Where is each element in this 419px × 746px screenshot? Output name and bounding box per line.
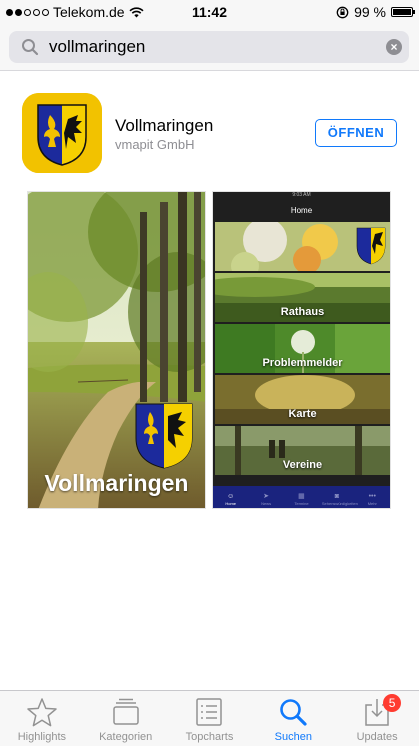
open-button[interactable]: ÖFFNEN [315, 119, 397, 147]
tile-header [215, 222, 390, 271]
tile-label-problemmelder: Problemmelder [262, 357, 343, 369]
list-icon [196, 698, 223, 726]
tab-updates[interactable]: 5 Updates [335, 691, 419, 746]
search-input[interactable] [49, 37, 349, 57]
screenshot-caption: Vollmaringen [44, 470, 189, 496]
clear-search-button[interactable]: × [386, 39, 402, 55]
search-icon [280, 699, 307, 726]
tab-label-kategorien: Kategorien [99, 731, 153, 743]
tile-vereine[interactable]: Vereine [215, 426, 390, 475]
app-name[interactable]: Vollmaringen [115, 116, 213, 136]
tab-label-updates: Updates [356, 731, 398, 743]
tab-label-topcharts: Topcharts [185, 731, 234, 743]
search-icon [22, 39, 39, 56]
countryside-path-image [28, 192, 205, 508]
tab-highlights[interactable]: Highlights [0, 691, 84, 746]
tile-label-vereine: Vereine [282, 459, 323, 471]
balloons-image [215, 222, 390, 271]
search-bar: × [0, 24, 419, 71]
updates-badge: 5 [383, 694, 402, 712]
tile-label-karte: Karte [288, 408, 317, 420]
tab-topcharts[interactable]: Topcharts [168, 691, 252, 746]
search-field[interactable]: × [9, 31, 409, 63]
rotation-lock-icon [336, 6, 349, 18]
tab-suchen[interactable]: Suchen [251, 691, 335, 746]
coat-of-arms-icon [22, 93, 102, 173]
app-screenshot-1[interactable]: Vollmaringen [27, 191, 206, 509]
mini-tab-sights: ◙ Sehenswürdigkeiten [321, 493, 358, 506]
star-icon [27, 698, 57, 727]
tab-bar: Highlights Kategorien Topcharts Suchen 5… [0, 690, 419, 746]
mini-tab-home: ☺ Home [225, 493, 237, 506]
mini-tab-termine: ▦ Termine [294, 493, 309, 506]
categories-icon [112, 698, 139, 725]
mini-nav-title: Home [290, 206, 313, 215]
battery-percent: 99 % [354, 4, 386, 20]
tab-kategorien[interactable]: Kategorien [84, 691, 168, 746]
tile-karte[interactable]: Karte [215, 375, 390, 424]
app-developer[interactable]: vmapit GmbH [115, 137, 194, 152]
tile-problemmelder[interactable]: Problemmelder [215, 324, 390, 373]
battery-icon [391, 7, 415, 17]
app-screenshot-2[interactable]: 9:03 AM Home Rathaus Problemmelder Karte… [212, 191, 391, 509]
mini-status-time: 9:03 AM [292, 192, 311, 198]
tile-label-rathaus: Rathaus [280, 306, 325, 318]
mini-tab-more: ••• Mehr [367, 493, 377, 506]
mini-tab-bar: ☺ Home ➤ News ▦ Termine ◙ Sehenswürdigkeiten… [213, 486, 390, 508]
mini-tab-news: ➤ News [261, 493, 272, 506]
tab-label-suchen: Suchen [274, 731, 312, 743]
app-icon[interactable] [22, 93, 102, 173]
tab-label-highlights: Highlights [17, 731, 67, 743]
tile-rathaus[interactable]: Rathaus [215, 273, 390, 322]
status-bar: Telekom.de 11:42 99 % [0, 0, 419, 24]
status-right: 99 % [336, 4, 415, 20]
